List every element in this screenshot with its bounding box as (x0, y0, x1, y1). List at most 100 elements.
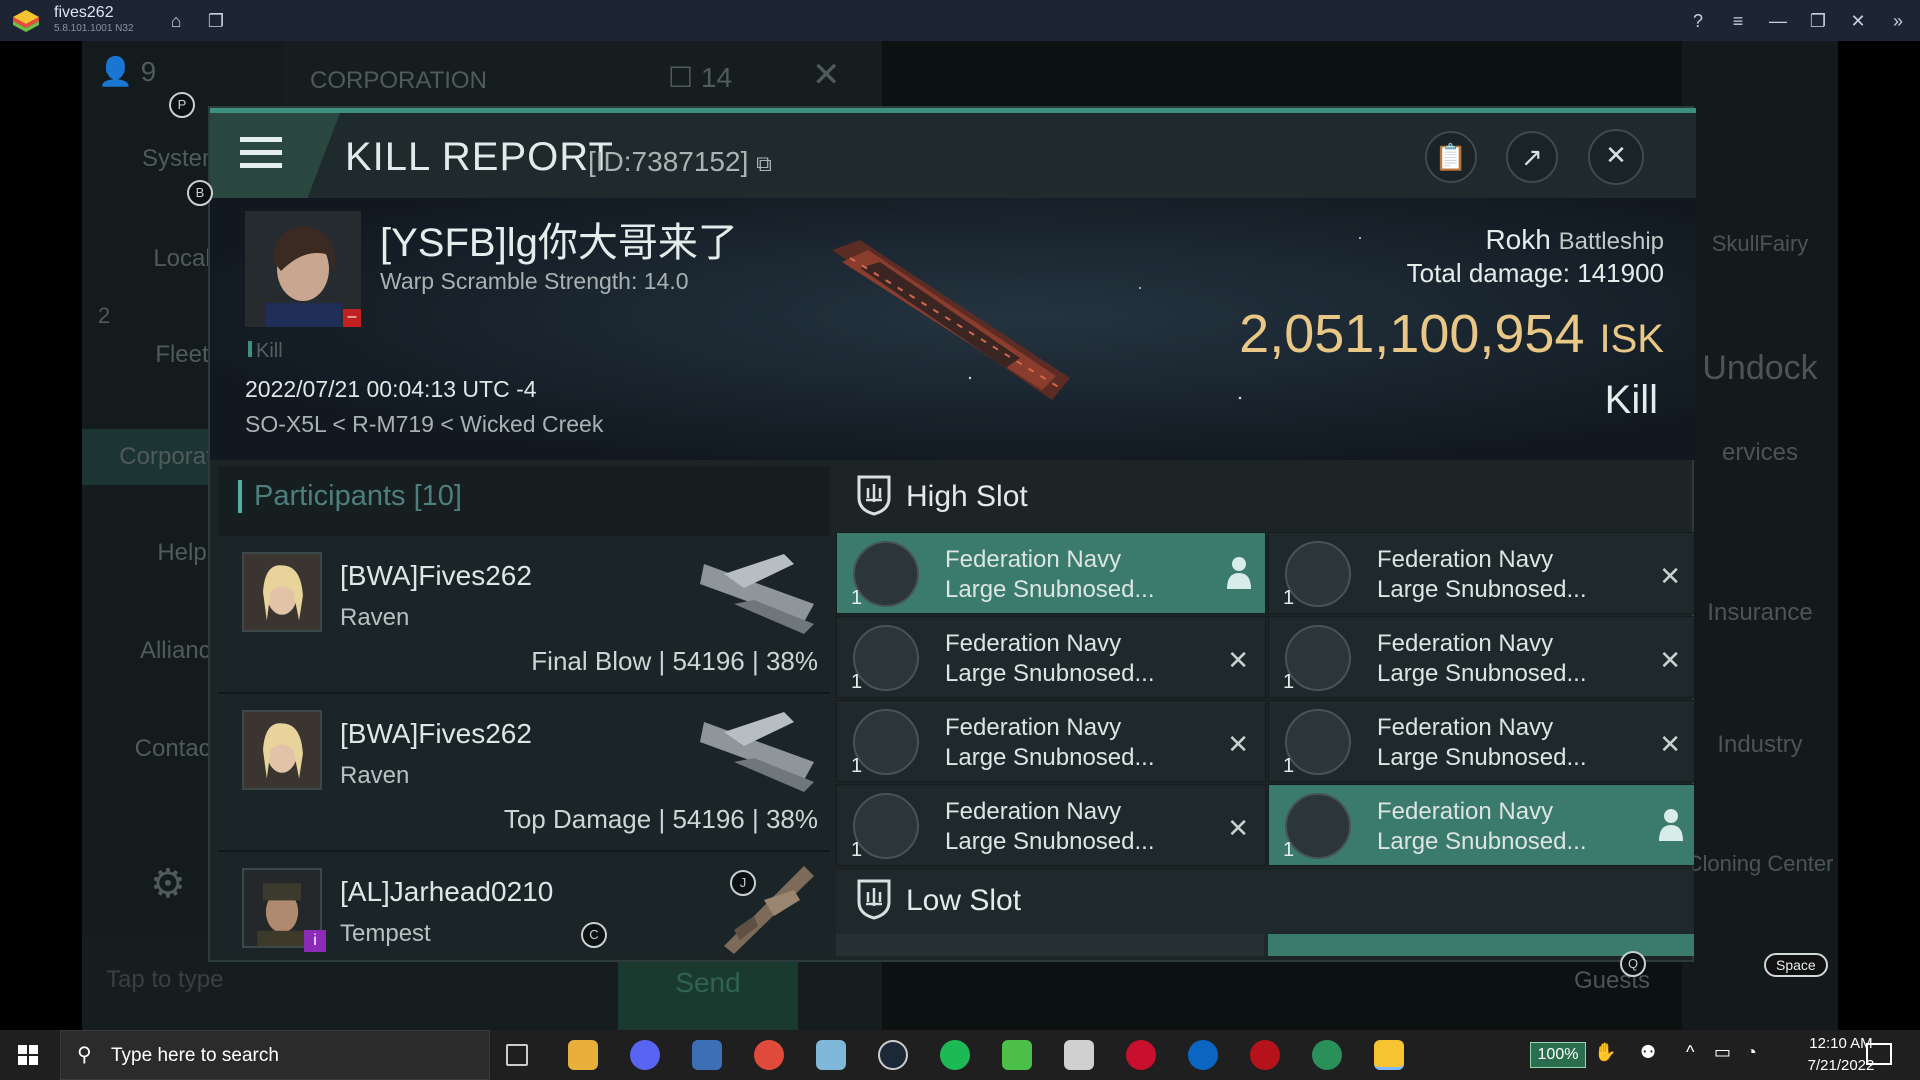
close-button[interactable]: ✕ (1588, 129, 1644, 185)
participant-row[interactable]: [BWA]Fives262 Raven Top Damage | 54196 |… (218, 694, 830, 852)
module-name-line1: Federation Navy (1377, 630, 1554, 657)
participant-percent: 38% (765, 804, 818, 834)
torpedo-launcher-icon (1285, 709, 1351, 775)
kill-report-id-text: [ID:7387152] (588, 146, 749, 177)
photos-icon[interactable] (1064, 1040, 1094, 1070)
home-icon[interactable]: ⌂ (164, 9, 188, 33)
upwork-icon[interactable] (1312, 1040, 1342, 1070)
participant-name: [BWA]Fives262 (340, 718, 532, 749)
calculator-icon[interactable] (692, 1040, 722, 1070)
destroyed-x-icon: ✕ (1659, 729, 1681, 759)
victim-portrait[interactable]: – (245, 211, 361, 327)
torpedo-launcher-icon (1285, 541, 1351, 607)
module-slot[interactable]: 1 Federation Navy Large Snubnosed... (836, 532, 1266, 614)
copy-icon[interactable]: ⧉ (756, 151, 772, 176)
participants-label: Participants (254, 480, 406, 512)
share-button[interactable]: ↗ (1506, 131, 1558, 183)
module-quantity: 1 (1283, 755, 1295, 777)
battery-icon[interactable]: ▭ (1714, 1042, 1731, 1063)
bluestacks-taskbar-icon[interactable] (1374, 1040, 1404, 1070)
victim-name[interactable]: [YSFB]lg你大哥来了 (380, 210, 738, 268)
ccleaner-icon[interactable] (1188, 1040, 1218, 1070)
corp-close-icon[interactable]: ✕ (812, 55, 841, 95)
participant-row[interactable]: i [AL]Jarhead0210 Tempest (218, 852, 830, 956)
minimize-icon[interactable]: — (1766, 9, 1790, 33)
kill-location[interactable]: SO-X5L < R-M719 < Wicked Creek (245, 411, 603, 438)
ship-type[interactable]: Rokh Battleship (1485, 224, 1664, 256)
steam-icon[interactable] (878, 1040, 908, 1070)
collapse-icon[interactable]: » (1886, 9, 1910, 33)
battery-indicator[interactable]: 100% (1530, 1042, 1586, 1068)
close-icon[interactable]: ✕ (1846, 9, 1870, 33)
victim-panel: – [YSFB]lg你大哥来了 Warp Scramble Strength: … (210, 198, 1696, 460)
module-quantity: 1 (851, 755, 863, 777)
task-view-icon[interactable] (506, 1044, 528, 1066)
station-menu-background (1682, 41, 1838, 1030)
corp-badge-icon: i (304, 930, 326, 952)
bg-guests[interactable]: Guests (1542, 967, 1682, 995)
bg-industry[interactable]: Industry (1682, 731, 1838, 759)
participant-row[interactable]: [BWA]Fives262 Raven Final Blow | 54196 |… (218, 536, 830, 694)
restore-icon[interactable]: ❐ (1806, 9, 1830, 33)
destroyed-x-icon: ✕ (1227, 813, 1249, 843)
bg-insurance[interactable]: Insurance (1682, 599, 1838, 627)
module-name: Federation Navy Large Snubnosed... (1377, 797, 1587, 857)
participant-ship: Raven (340, 762, 410, 789)
windows-start-icon[interactable] (18, 1045, 38, 1065)
module-name: Federation Navy Large Snubnosed... (945, 797, 1155, 857)
file-explorer-icon[interactable] (568, 1040, 598, 1070)
module-name: Federation Navy Large Snubnosed... (945, 629, 1155, 689)
participant-role: Final Blow (531, 646, 652, 676)
hamburger-menu-button[interactable] (210, 113, 340, 198)
module-slot[interactable]: 1 Federation Navy Large Snubnosed... ✕ (1268, 532, 1694, 614)
people-icon[interactable]: ⚉ (1640, 1042, 1656, 1063)
bg-undock[interactable]: Undock (1682, 349, 1838, 388)
search-icon: ⚲ (77, 1044, 92, 1066)
bg-cloning-center[interactable]: Cloning Center (1682, 851, 1838, 877)
notification-center-icon[interactable] (1866, 1043, 1892, 1065)
total-damage: Total damage: 141900 (1407, 258, 1664, 289)
isk-amount: 2,051,100,954 (1239, 304, 1585, 364)
module-quantity: 1 (851, 587, 863, 609)
module-slot[interactable]: 1 Federation Navy Large Snubnosed... (1268, 784, 1694, 866)
module-slot[interactable]: 1 Federation Navy Large Snubnosed... ✕ (1268, 616, 1694, 698)
participant-stats: Final Blow | 54196 | 38% (531, 646, 818, 676)
module-slot[interactable]: 1 Federation Navy Large Snubnosed... ✕ (836, 616, 1266, 698)
participant-name: [AL]Jarhead0210 (340, 876, 554, 907)
touch-icon[interactable]: ✋ (1594, 1042, 1616, 1063)
module-slot[interactable]: 1 Federation Navy Large Snubnosed... ✕ (836, 700, 1266, 782)
chrome-icon[interactable] (754, 1040, 784, 1070)
chevron-up-icon[interactable]: ^ (1686, 1042, 1694, 1063)
module-name: Federation Navy Large Snubnosed... (945, 545, 1155, 605)
ship-name: Rokh (1485, 224, 1551, 255)
participants-count: [10] (413, 480, 462, 512)
chat-input[interactable]: Tap to type (106, 966, 223, 994)
module-slot[interactable]: 1 Federation Navy Large Snubnosed... ✕ (836, 784, 1266, 866)
discord-icon[interactable] (630, 1040, 660, 1070)
tempest-ship-icon (724, 866, 814, 954)
multi-instance-icon[interactable]: ❐ (204, 9, 228, 33)
keymap-badge-p: P (169, 92, 195, 118)
warp-scramble-strength: Warp Scramble Strength: 14.0 (380, 268, 689, 294)
settings-gear-icon[interactable]: ⚙ (150, 861, 186, 907)
module-quantity: 1 (1283, 671, 1295, 693)
low-slot-header: Low Slot (836, 870, 1694, 956)
help-icon[interactable]: ? (1686, 9, 1710, 33)
close-icon: ✕ (1605, 140, 1627, 170)
wifi-icon[interactable]: ◔ (1746, 1042, 1757, 1063)
app-shield-icon[interactable] (1250, 1040, 1280, 1070)
clipboard-button[interactable]: 📋 (1425, 131, 1477, 183)
app-icon[interactable] (816, 1040, 846, 1070)
spotify-icon[interactable] (940, 1040, 970, 1070)
taskbar-search-box[interactable]: ⚲ Type here to search (60, 1030, 490, 1080)
module-name-line1: Federation Navy (1377, 798, 1554, 825)
notepad-icon[interactable] (1002, 1040, 1032, 1070)
app-red-icon[interactable] (1126, 1040, 1156, 1070)
module-name: Federation Navy Large Snubnosed... (1377, 545, 1587, 605)
torpedo-launcher-icon (1285, 793, 1351, 859)
module-slot[interactable]: 1 Federation Navy Large Snubnosed... ✕ (1268, 700, 1694, 782)
menu-icon[interactable]: ≡ (1726, 9, 1750, 33)
kill-report-header: KILL REPORT [ID:7387152] ⧉ 📋 ↗ ✕ (210, 108, 1696, 198)
participant-name: [BWA]Fives262 (340, 560, 532, 591)
bg-skullfairy: SkullFairy (1711, 231, 1809, 256)
